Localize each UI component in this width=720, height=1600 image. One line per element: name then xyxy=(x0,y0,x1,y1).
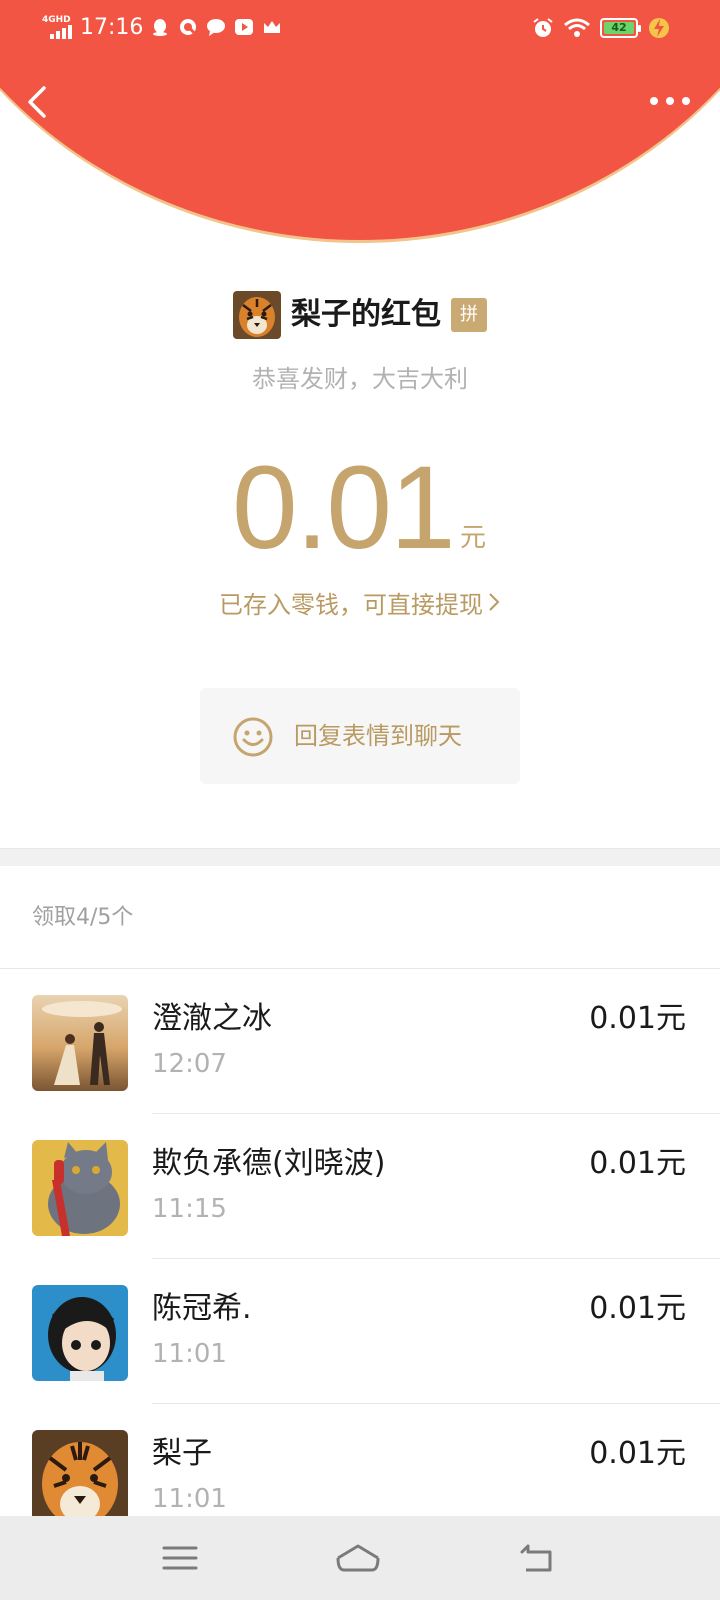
battery-level: 42 xyxy=(604,22,634,34)
greeting-text: 恭喜发财，大吉大利 xyxy=(252,365,468,393)
amount-unit: 元 xyxy=(460,523,487,553)
record-time: 12:07 xyxy=(152,1049,227,1079)
status-bar: 4GHD 17:16 42 xyxy=(0,0,720,56)
sender-row: 梨子的红包 拼 xyxy=(0,290,720,340)
reply-sticker-button[interactable]: 回复表情到聊天 xyxy=(200,688,520,784)
status-right: 42 xyxy=(532,16,670,40)
sender-title: 梨子的红包 xyxy=(291,297,441,332)
record-name: 欺负承德(刘晓波) xyxy=(152,1146,386,1181)
smiley-icon xyxy=(233,717,273,757)
network-type: 4GHD xyxy=(42,15,71,25)
play-icon xyxy=(235,19,253,35)
battery-indicator: 42 xyxy=(600,18,641,38)
chat-bubble-icon xyxy=(207,19,225,36)
amount-row: 0.01 元 xyxy=(0,448,720,568)
record-name: 陈冠希. xyxy=(152,1291,252,1326)
search-app-icon xyxy=(180,19,196,35)
deposit-link[interactable]: 已存入零钱，可直接提现 xyxy=(0,588,720,622)
record-name: 澄澈之冰 xyxy=(152,1001,272,1036)
signal-icon xyxy=(50,25,72,39)
avatar[interactable] xyxy=(32,1430,128,1526)
amount-value: 0.01 xyxy=(232,442,456,574)
back-arrow-icon[interactable] xyxy=(514,1538,562,1578)
received-count: 领取4/5个 xyxy=(32,905,134,930)
back-icon[interactable] xyxy=(18,80,58,124)
qq-icon xyxy=(153,19,167,36)
home-icon[interactable] xyxy=(334,1538,382,1578)
status-app-icons xyxy=(150,17,282,37)
alarm-icon xyxy=(533,18,553,37)
list-item[interactable]: 欺负承德(刘晓波) 11:15 0.01元 xyxy=(0,1114,720,1259)
avatar[interactable] xyxy=(32,1285,128,1381)
status-time: 17:16 xyxy=(80,15,144,40)
list-item[interactable]: 陈冠希. 11:01 0.01元 xyxy=(0,1259,720,1404)
red-packet-detail-page: 4GHD 17:16 42 梨子的红包 拼 恭喜发财，大吉大利 0.01 元 已… xyxy=(0,0,720,1600)
charging-icon xyxy=(649,18,669,38)
reply-label: 回复表情到聊天 xyxy=(294,722,462,750)
crown-icon xyxy=(264,21,280,33)
wifi-icon xyxy=(564,18,590,37)
more-dots-icon[interactable] xyxy=(646,86,694,116)
deposit-text: 已存入零钱，可直接提现 xyxy=(219,591,483,619)
record-name: 梨子 xyxy=(152,1436,212,1471)
record-amount: 0.01元 xyxy=(589,1146,686,1181)
section-divider xyxy=(0,848,720,866)
menu-icon[interactable] xyxy=(156,1538,204,1578)
chevron-right-icon xyxy=(489,593,500,611)
record-time: 11:01 xyxy=(152,1339,227,1369)
record-amount: 0.01元 xyxy=(589,1436,686,1471)
sender-avatar[interactable] xyxy=(233,291,281,339)
list-item[interactable]: 澄澈之冰 12:07 0.01元 xyxy=(0,969,720,1114)
avatar[interactable] xyxy=(32,1140,128,1236)
system-nav-bar xyxy=(0,1516,720,1600)
record-time: 11:01 xyxy=(152,1484,227,1514)
record-amount: 0.01元 xyxy=(589,1001,686,1036)
avatar[interactable] xyxy=(32,995,128,1091)
record-amount: 0.01元 xyxy=(589,1291,686,1326)
group-packet-badge: 拼 xyxy=(451,298,487,332)
record-time: 11:15 xyxy=(152,1194,227,1224)
